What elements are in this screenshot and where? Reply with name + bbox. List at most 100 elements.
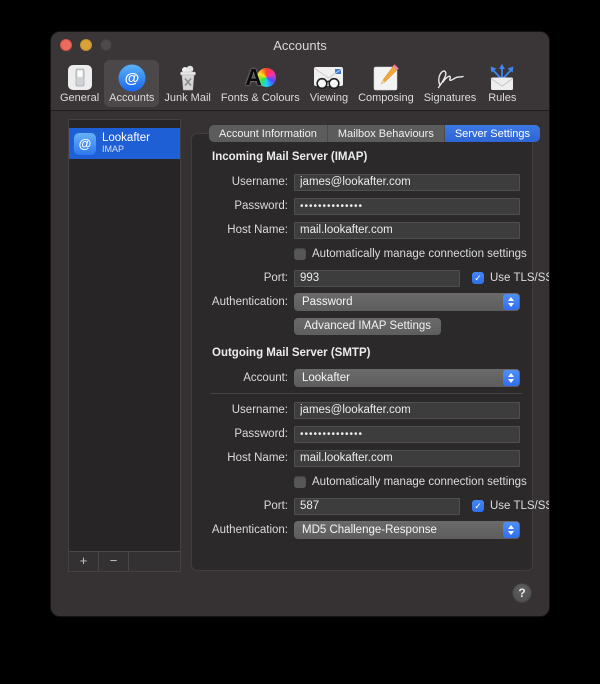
outgoing-account-popup[interactable]: Lookafter	[294, 369, 520, 387]
port-label: Port:	[192, 500, 288, 512]
preferences-toolbar: General @ Accounts Junk Mail A Fonts & C…	[51, 58, 549, 111]
hostname-label: Host Name:	[192, 224, 288, 236]
outgoing-auto-manage-row: Automatically manage connection settings	[192, 473, 520, 491]
username-label: Username:	[192, 404, 288, 416]
tab-mailbox-behaviours[interactable]: Mailbox Behaviours	[328, 125, 445, 142]
popup-chevrons-icon	[503, 370, 519, 386]
preferences-window: Accounts General @ Accounts Junk Mail	[50, 31, 550, 617]
toolbar-label: Fonts & Colours	[221, 92, 300, 104]
incoming-port-input[interactable]	[294, 270, 460, 287]
auto-manage-label: Automatically manage connection settings	[312, 248, 527, 260]
advanced-imap-settings-button[interactable]: Advanced IMAP Settings	[294, 318, 441, 335]
popup-chevrons-icon	[503, 522, 519, 538]
help-button[interactable]: ?	[512, 583, 532, 603]
svg-text:@: @	[124, 70, 139, 87]
account-label: Account:	[192, 372, 288, 384]
outgoing-auto-manage-checkbox[interactable]	[294, 476, 306, 488]
toolbar-label: Accounts	[109, 92, 154, 104]
incoming-authentication-popup[interactable]: Password	[294, 293, 520, 311]
tab-account-information[interactable]: Account Information	[209, 125, 328, 142]
outgoing-port-input[interactable]	[294, 498, 460, 515]
tab-server-settings[interactable]: Server Settings	[445, 125, 540, 142]
outgoing-authentication-popup[interactable]: MD5 Challenge-Response	[294, 521, 520, 539]
checkmark-icon: ✓	[474, 273, 482, 284]
toolbar-item-general[interactable]: General	[55, 60, 104, 107]
titlebar[interactable]: Accounts	[51, 32, 549, 58]
toolbar-label: Viewing	[310, 92, 348, 104]
smtp-divider	[210, 393, 522, 394]
popup-chevrons-icon	[503, 294, 519, 310]
toolbar-label: Signatures	[424, 92, 477, 104]
actions-filler	[129, 552, 180, 571]
account-subtitle: IMAP	[102, 145, 150, 155]
toolbar-label: Junk Mail	[164, 92, 210, 104]
toolbar-item-composing[interactable]: Composing	[353, 60, 419, 107]
add-account-button[interactable]: +	[69, 552, 99, 571]
signature-icon	[432, 62, 468, 93]
outgoing-header: Outgoing Mail Server (SMTP)	[212, 347, 532, 359]
incoming-hostname-row: Host Name:	[192, 221, 520, 239]
account-tabs: Account Information Mailbox Behaviours S…	[209, 125, 540, 142]
tls-label: Use TLS/SSL	[490, 272, 550, 284]
toolbar-label: Composing	[358, 92, 414, 104]
incoming-username-input[interactable]	[294, 174, 520, 191]
auto-manage-label: Automatically manage connection settings	[312, 476, 527, 488]
advanced-settings-row: Advanced IMAP Settings	[192, 317, 520, 335]
authentication-label: Authentication:	[192, 296, 288, 308]
fonts-colours-icon: A	[243, 62, 277, 93]
outgoing-password-input[interactable]	[294, 426, 520, 443]
incoming-auto-manage-checkbox[interactable]	[294, 248, 306, 260]
outgoing-tls-checkbox[interactable]: ✓	[472, 500, 484, 512]
toolbar-label: Rules	[488, 92, 516, 104]
outgoing-port-row: Port: ✓ Use TLS/SSL	[192, 497, 520, 515]
toolbar-item-rules[interactable]: Rules	[481, 60, 523, 107]
incoming-port-row: Port: ✓ Use TLS/SSL	[192, 269, 520, 287]
username-label: Username:	[192, 176, 288, 188]
checkmark-icon: ✓	[474, 501, 482, 512]
incoming-auto-manage-row: Automatically manage connection settings	[192, 245, 520, 263]
incoming-hostname-input[interactable]	[294, 222, 520, 239]
tls-label: Use TLS/SSL	[490, 500, 550, 512]
remove-account-button[interactable]: −	[99, 552, 129, 571]
incoming-password-row: Password:	[192, 197, 520, 215]
screen: Accounts General @ Accounts Junk Mail	[0, 0, 600, 684]
account-row-lookafter[interactable]: @ Lookafter IMAP	[69, 128, 180, 159]
password-label: Password:	[192, 428, 288, 440]
toolbar-item-signatures[interactable]: Signatures	[419, 60, 482, 107]
password-label: Password:	[192, 200, 288, 212]
toolbar-item-viewing[interactable]: Viewing	[305, 60, 353, 107]
account-list-items: @ Lookafter IMAP	[69, 120, 180, 551]
light-switch-icon	[65, 62, 95, 93]
outgoing-username-input[interactable]	[294, 402, 520, 419]
outgoing-hostname-input[interactable]	[294, 450, 520, 467]
incoming-header: Incoming Mail Server (IMAP)	[212, 151, 532, 163]
at-circle-icon: @	[117, 62, 147, 93]
envelope-glasses-icon	[312, 62, 346, 93]
toolbar-label: General	[60, 92, 99, 104]
outgoing-password-row: Password:	[192, 425, 520, 443]
envelope-arrows-icon	[486, 62, 518, 93]
outgoing-auth-row: Authentication: MD5 Challenge-Response	[192, 521, 520, 539]
port-label: Port:	[192, 272, 288, 284]
trash-bin-icon	[173, 62, 203, 93]
account-list-actions: + −	[69, 551, 180, 571]
authentication-label: Authentication:	[192, 524, 288, 536]
toolbar-item-junk-mail[interactable]: Junk Mail	[159, 60, 215, 107]
at-badge-icon: @	[74, 133, 96, 155]
outgoing-hostname-row: Host Name:	[192, 449, 520, 467]
server-settings-panel: Incoming Mail Server (IMAP) Username: Pa…	[191, 133, 533, 571]
outgoing-account-row: Account: Lookafter	[192, 369, 520, 387]
incoming-username-row: Username:	[192, 173, 520, 191]
hostname-label: Host Name:	[192, 452, 288, 464]
incoming-tls-checkbox[interactable]: ✓	[472, 272, 484, 284]
account-title: Lookafter	[102, 132, 150, 145]
account-list: @ Lookafter IMAP + −	[68, 119, 181, 572]
toolbar-item-fonts-colours[interactable]: A Fonts & Colours	[216, 60, 305, 107]
incoming-password-input[interactable]	[294, 198, 520, 215]
window-title: Accounts	[51, 32, 549, 59]
toolbar-item-accounts[interactable]: @ Accounts	[104, 60, 159, 107]
preferences-content: @ Lookafter IMAP + − Account Information	[51, 111, 549, 617]
pencil-page-icon	[371, 62, 401, 93]
outgoing-username-row: Username:	[192, 401, 520, 419]
incoming-auth-row: Authentication: Password	[192, 293, 520, 311]
